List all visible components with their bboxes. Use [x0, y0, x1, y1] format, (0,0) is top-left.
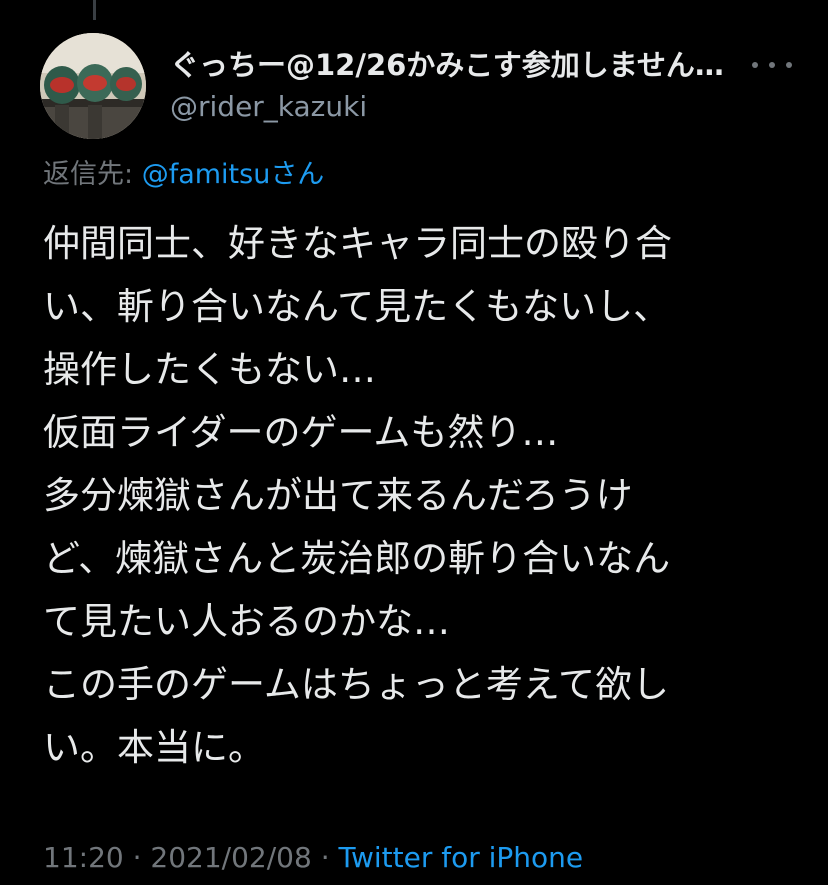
tweet-text-line: 仮面ライダーのゲームも然り…	[43, 411, 559, 454]
rider-helmets-avatar-icon	[40, 33, 146, 139]
reply-to-line: 返信先: @famitsuさん	[43, 155, 324, 195]
author-handle[interactable]: @rider_kazuki	[170, 87, 367, 127]
tweet-text-line: 操作したくもない…	[43, 348, 376, 391]
avatar[interactable]	[40, 33, 146, 139]
meta-separator: ·	[311, 841, 339, 874]
tweet-date[interactable]: 2021/02/08	[150, 841, 311, 874]
tweet-text-line: 多分煉獄さんが出て来るんだろうけ	[43, 474, 633, 517]
more-horizontal-icon	[752, 62, 758, 68]
more-dot	[769, 62, 775, 68]
tweet-text: 仲間同士、好きなキャラ同士の殴り合 い、斬り合いなんて見たくもないし、 操作した…	[43, 212, 803, 779]
reply-prefix: 返信先:	[43, 159, 142, 190]
tweet-source-link[interactable]: Twitter for iPhone	[339, 841, 584, 874]
meta-separator: ·	[123, 841, 151, 874]
tweet-text-line: い。本当に。	[43, 726, 265, 769]
thread-connector-line	[93, 0, 96, 20]
reply-mention-link[interactable]: @famitsuさん	[142, 159, 325, 190]
author-display-name[interactable]: ぐっちー@12/26かみこす参加しません…	[170, 45, 730, 85]
tweet-time[interactable]: 11:20	[43, 841, 124, 874]
tweet-text-line: い、斬り合いなんて見たくもないし、	[43, 285, 671, 328]
reply-mention-handle[interactable]: @famitsu	[142, 159, 271, 190]
tweet-metadata: 11:20 · 2021/02/08 · Twitter for iPhone	[43, 836, 583, 880]
tweet-text-line: この手のゲームはちょっと考えて欲し	[43, 663, 670, 706]
more-dot	[786, 62, 792, 68]
tweet-text-line: ど、煉獄さんと炭治郎の斬り合いなん	[43, 537, 671, 580]
reply-mention-suffix[interactable]: さん	[270, 159, 324, 190]
more-options-button[interactable]	[752, 50, 792, 80]
tweet-text-line: 仲間同士、好きなキャラ同士の殴り合	[43, 222, 672, 265]
tweet-text-line: て見たい人おるのかな…	[43, 600, 450, 643]
